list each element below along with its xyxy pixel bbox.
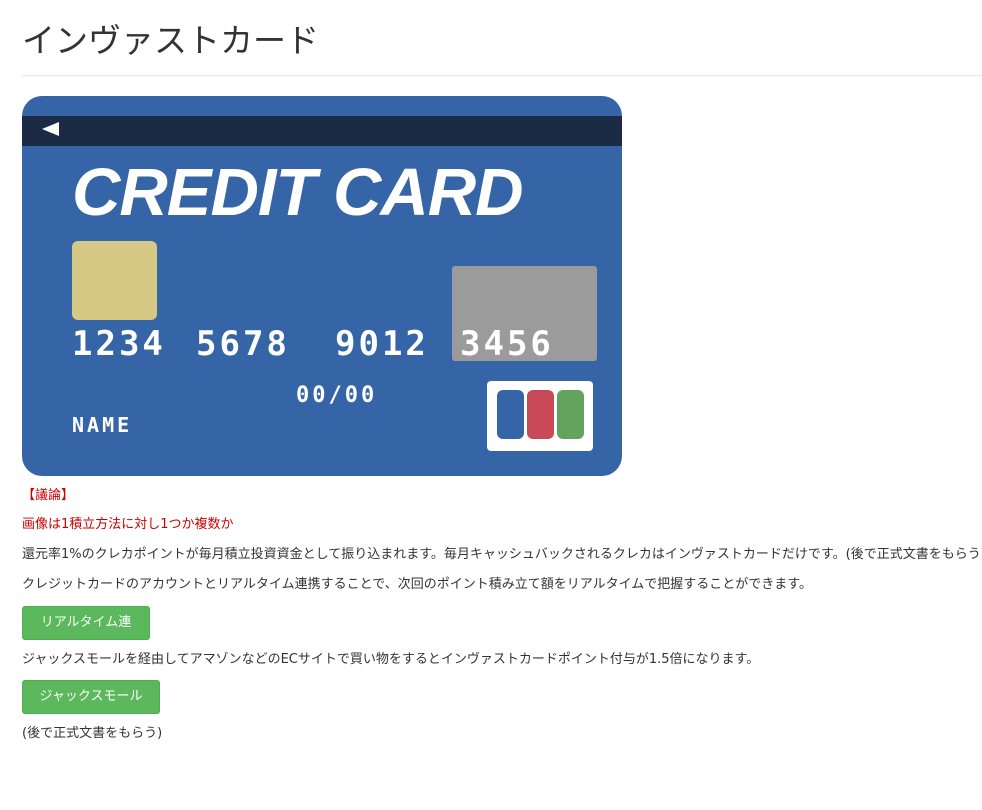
description-realtime: クレジットカードのアカウントとリアルタイム連携することで、次回のポイント積み立て…: [22, 577, 813, 592]
discussion-note: 画像は1積立方法に対し1つか複数か: [22, 517, 234, 532]
discussion-label: 【議論】: [22, 488, 75, 503]
card-holder-name: NAME: [72, 413, 133, 437]
realtime-link-button[interactable]: リアルタイム連携: [22, 606, 150, 662]
card-heading: CREDIT CARD: [72, 155, 524, 230]
logo-green-bar: [557, 390, 584, 439]
logo-red-bar: [527, 390, 554, 439]
footer-note: (後で正式文書をもらう): [22, 726, 163, 741]
card-number-group-1: 1234: [72, 324, 166, 364]
card-chip: [72, 241, 157, 320]
description-cashback: 還元率1%のクレカポイントが毎月積立投資資金として振り込まれます。毎月キャッシュ…: [22, 547, 982, 562]
page-title: インヴァストカード: [22, 21, 319, 60]
credit-card-image: CREDIT CARD 1234 5678 9012 3456 00/00 NA…: [22, 96, 622, 476]
page-container: インヴァストカード CREDIT CARD 1234 5678 9012 345…: [22, 0, 982, 741]
card-number-group-2: 5678: [196, 324, 290, 364]
title-divider: [22, 75, 982, 76]
card-expiry: 00/00: [296, 383, 378, 408]
jacks-mall-button[interactable]: ジャックスモールへ: [22, 680, 160, 736]
card-number-group-3: 9012: [335, 324, 429, 364]
card-brand-logo: [487, 381, 593, 451]
card-number-group-4: 3456: [460, 324, 554, 364]
description-jacks-mall: ジャックスモールを経由してアマゾンなどのECサイトで買い物をするとインヴァストカ…: [22, 652, 760, 667]
magnetic-stripe: [22, 116, 622, 146]
logo-blue-bar: [497, 390, 524, 439]
arrow-left-icon: [42, 122, 59, 136]
